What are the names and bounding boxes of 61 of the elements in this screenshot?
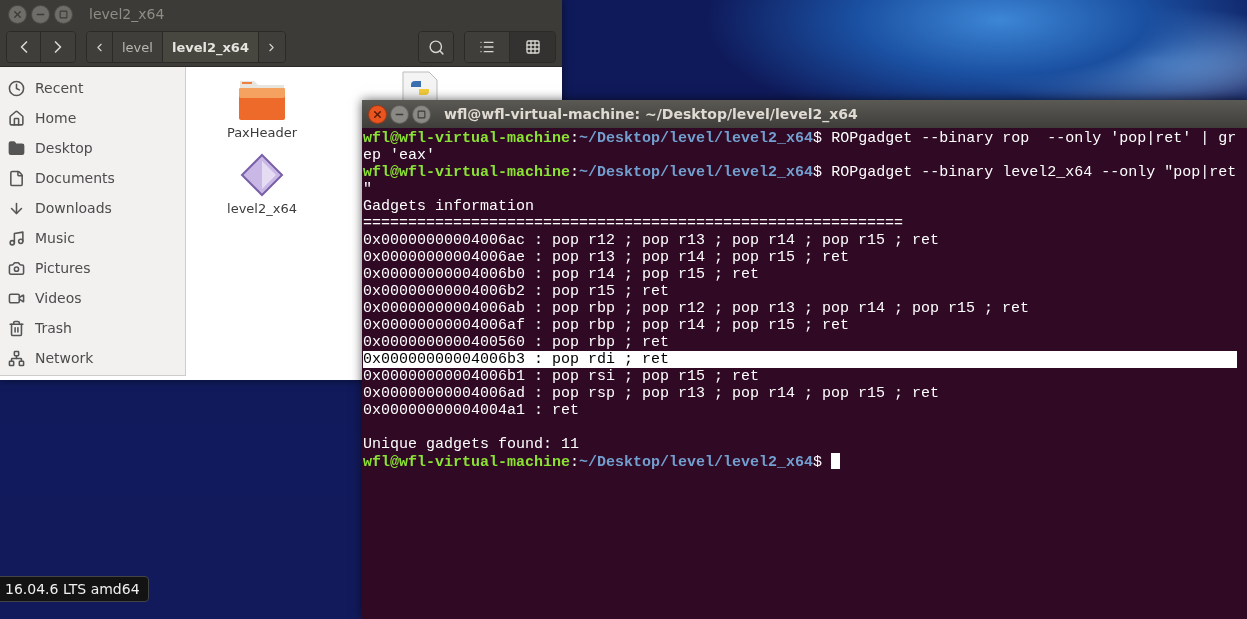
terminal-output-line: 0x00000000004006ac : pop r12 ; pop r13 ; pop r14 ; pop r15 ; ret — [363, 232, 941, 249]
terminal-output-line: 0x00000000004006ab : pop rbp ; pop r12 ; pop r13 ; pop r14 ; pop r15 ; ret — [363, 300, 1031, 317]
document-icon — [8, 169, 25, 187]
terminal-output-line: 0x00000000004006b0 : pop r14 ; pop r15 ; ret — [363, 266, 761, 283]
terminal-output-line: 0x00000000004004a1 : ret — [363, 402, 581, 419]
grid-view-icon — [524, 39, 541, 55]
sidebar-item[interactable]: Downloads — [0, 193, 185, 223]
list-view-icon — [479, 39, 495, 55]
window-title: level2_x64 — [89, 6, 165, 22]
music-note-icon — [8, 229, 25, 247]
trash-icon — [8, 319, 25, 337]
sidebar-item[interactable]: Desktop — [0, 133, 185, 163]
sidebar-item[interactable]: Home — [0, 103, 185, 133]
terminal-output-line: 0x00000000004006ae : pop r13 ; pop r14 ; pop r15 ; ret — [363, 249, 851, 266]
tooltip: 16.04.6 LTS amd64 — [0, 576, 149, 602]
folder-icon — [8, 139, 25, 157]
view-toggle-button[interactable] — [465, 32, 510, 62]
close-icon — [12, 8, 23, 20]
terminal-output-line: Unique gadgets found: 11 — [363, 436, 581, 453]
path-segment[interactable]: level2_x64 — [162, 32, 259, 62]
terminal-output-line: 0x00000000004006af : pop rbp ; pop r14 ; pop r15 ; ret — [363, 317, 851, 334]
terminal-prompt-line: wfl@wfl-virtual-machine:~/Desktop/level/level2_x64$ ROPgadget --binary rop --only 'pop|ret' | gr — [363, 130, 1237, 147]
sidebar-item[interactable]: Music — [0, 223, 185, 253]
terminal-output-line: 0x00000000004006ad : pop rsp ; pop r13 ; pop r14 ; pop r15 ; ret — [363, 385, 941, 402]
sidebar-item[interactable]: Videos — [0, 283, 185, 313]
camera-icon — [8, 259, 25, 277]
window-title: wfl@wfl-virtual-machine: ~/Desktop/level/level2_x64 — [444, 106, 858, 122]
maximize-icon — [417, 109, 426, 119]
maximize-button[interactable] — [54, 4, 73, 24]
search-icon — [427, 38, 445, 56]
home-icon — [8, 109, 25, 127]
sidebar-item[interactable]: Pictures — [0, 253, 185, 283]
sidebar-item[interactable]: Trash — [0, 313, 185, 343]
search-button[interactable] — [419, 32, 453, 62]
diamond-icon — [240, 153, 284, 197]
close-button[interactable] — [8, 4, 27, 24]
back-button[interactable] — [7, 32, 41, 62]
maximize-icon — [59, 9, 68, 19]
file-name[interactable]: level2_x64 — [227, 201, 297, 216]
terminal-prompt-line: wfl@wfl-virtual-machine:~/Desktop/level/level2_x64$ ROPgadget --binary level2_x64 --only "pop|ret — [363, 164, 1237, 181]
minimize-button[interactable] — [31, 4, 50, 24]
maximize-button[interactable] — [412, 104, 431, 124]
network-icon — [8, 349, 25, 367]
file-name[interactable]: PaxHeader — [226, 125, 298, 140]
clock-icon — [8, 79, 25, 97]
close-button[interactable] — [368, 104, 387, 124]
terminal-prompt-line: wfl@wfl-virtual-machine:~/Desktop/level/level2_x64$ — [363, 453, 1237, 470]
terminal-output-line: ep 'eax' — [363, 147, 436, 164]
minimize-button[interactable] — [390, 104, 409, 124]
terminal-output-line: Gadgets information — [363, 198, 536, 215]
close-icon — [372, 108, 383, 120]
sidebar-item[interactable]: Network — [0, 343, 185, 373]
view-toggle-button[interactable] — [510, 32, 555, 62]
terminal-output-line: ============================================================ — [363, 215, 905, 232]
terminal-output-line: " — [363, 181, 373, 198]
sidebar-item[interactable]: Documents — [0, 163, 185, 193]
path-scroll-left-button[interactable] — [87, 32, 113, 62]
terminal-output-line: 0x00000000004006b2 : pop r15 ; ret — [363, 283, 671, 300]
terminal-output-line: 0x00000000004006b1 : pop rsi ; pop r15 ; ret — [363, 368, 761, 385]
sidebar-item[interactable]: Recent — [0, 73, 185, 103]
terminal-output-line: 0x0000000000400560 : pop rbp ; ret — [363, 334, 671, 351]
